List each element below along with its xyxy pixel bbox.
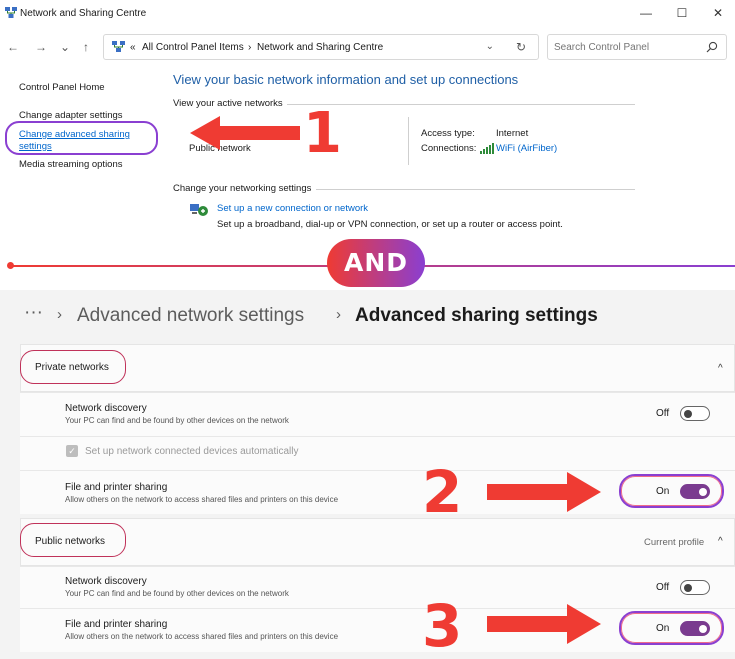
- network-center-icon: [5, 7, 17, 18]
- page-headline: View your basic network information and …: [173, 72, 519, 87]
- title-bar: Network and Sharing Centre — ☐ ✕: [0, 0, 735, 28]
- private-discovery-toggle-group: Off: [656, 404, 712, 424]
- private-sharing-title: File and printer sharing: [65, 482, 168, 493]
- toggle-state-label: Off: [656, 408, 670, 419]
- connections-label: Connections:: [421, 143, 477, 154]
- auto-setup-checkbox[interactable]: ✓: [66, 445, 78, 457]
- sidebar-media-streaming-options[interactable]: Media streaming options: [19, 159, 123, 170]
- auto-setup-label: Set up network connected devices automat…: [85, 446, 299, 457]
- red-arrow-left-icon: [190, 116, 300, 150]
- sidebar-control-panel-home[interactable]: Control Panel Home: [19, 82, 105, 93]
- wifi-signal-icon: [480, 143, 494, 154]
- setup-connection-description: Set up a broadband, dial-up or VPN conne…: [217, 219, 563, 230]
- breadcrumb-all-items[interactable]: All Control Panel Items: [142, 42, 244, 53]
- search-box[interactable]: [547, 34, 727, 60]
- public-discovery-subtitle: Your PC can find and be found by other d…: [65, 589, 289, 598]
- private-sharing-subtitle: Allow others on the network to access sh…: [65, 495, 339, 504]
- refresh-icon[interactable]: ↻: [516, 40, 526, 54]
- access-type-value: Internet: [496, 128, 529, 139]
- setup-connection-link[interactable]: Set up a new connection or network: [217, 203, 368, 214]
- private-discovery-title: Network discovery: [65, 403, 147, 414]
- step-number-2: 2: [422, 458, 463, 526]
- maximize-button[interactable]: ☐: [671, 4, 693, 22]
- forward-arrow-icon[interactable]: →: [35, 40, 47, 54]
- toggle-knob: [699, 624, 707, 633]
- active-networks-heading: View your active networks: [173, 98, 283, 109]
- red-arrow-right-icon: [487, 472, 601, 512]
- breadcrumb-separator: ›: [57, 306, 62, 323]
- private-sharing-toggle-group: On: [656, 482, 712, 502]
- private-discovery-subtitle: Your PC can find and be found by other d…: [65, 416, 289, 425]
- breadcrumb-advanced-sharing-settings: Advanced sharing settings: [355, 305, 598, 326]
- public-sharing-toggle[interactable]: [680, 621, 710, 636]
- collapse-chevron-icon[interactable]: ^: [718, 363, 723, 374]
- breadcrumb-separator: ›: [248, 42, 252, 53]
- private-networks-label[interactable]: Private networks: [35, 362, 109, 373]
- public-discovery-toggle-group: Off: [656, 578, 712, 598]
- toggle-state-label: On: [656, 623, 670, 634]
- breadcrumb-separator: ›: [336, 306, 341, 323]
- access-type-label: Access type:: [421, 128, 475, 139]
- private-network-discovery-row: [20, 392, 735, 436]
- toggle-knob: [684, 583, 692, 592]
- back-arrow-icon[interactable]: ←: [7, 40, 19, 54]
- minimize-button[interactable]: —: [635, 4, 657, 22]
- breadcrumb-network-centre[interactable]: Network and Sharing Centre: [257, 42, 383, 53]
- toggle-knob: [699, 487, 707, 496]
- address-bar[interactable]: « All Control Panel Items › Network and …: [103, 34, 539, 60]
- address-overflow-chevron[interactable]: «: [130, 42, 136, 53]
- public-discovery-title: Network discovery: [65, 576, 147, 587]
- private-networks-header[interactable]: [20, 344, 735, 392]
- navigation-bar: ← → ⌄ ↑ « All Control Panel Items › Netw…: [0, 31, 735, 63]
- private-discovery-toggle[interactable]: [680, 406, 710, 421]
- network-setup-icon: [190, 204, 208, 216]
- current-profile-label: Current profile: [644, 537, 705, 548]
- connection-wifi-link[interactable]: WiFi (AirFiber): [496, 143, 557, 154]
- divider-dot: [7, 262, 14, 269]
- control-panel-icon: [112, 41, 125, 52]
- public-networks-header[interactable]: [20, 518, 735, 566]
- recent-locations-icon[interactable]: ⌄: [60, 40, 70, 54]
- change-settings-heading: Change your networking settings: [173, 183, 312, 194]
- up-arrow-icon[interactable]: ↑: [83, 40, 89, 54]
- close-button[interactable]: ✕: [707, 4, 729, 22]
- toggle-state-label: Off: [656, 582, 670, 593]
- public-network-discovery-row: [20, 566, 735, 608]
- search-input[interactable]: [554, 40, 694, 55]
- breadcrumb-more[interactable]: ···: [24, 302, 43, 324]
- step-number-3: 3: [422, 592, 463, 659]
- public-sharing-subtitle: Allow others on the network to access sh…: [65, 632, 339, 641]
- and-badge: AND: [327, 239, 425, 287]
- toggle-state-label: On: [656, 486, 670, 497]
- sidebar-change-adapter-settings[interactable]: Change adapter settings: [19, 110, 123, 121]
- public-discovery-toggle[interactable]: [680, 580, 710, 595]
- address-dropdown-icon[interactable]: ⌄: [486, 41, 494, 52]
- collapse-chevron-icon[interactable]: ^: [718, 536, 723, 547]
- search-icon[interactable]: [706, 41, 718, 53]
- toggle-knob: [684, 409, 692, 418]
- public-networks-label[interactable]: Public networks: [35, 536, 105, 547]
- public-sharing-toggle-group: On: [656, 619, 712, 639]
- highlight-oval-advanced-sharing: [5, 121, 158, 155]
- red-arrow-right-icon: [487, 604, 601, 644]
- step-number-1: 1: [303, 101, 342, 166]
- control-panel-window: Network and Sharing Centre — ☐ ✕ ← → ⌄ ↑…: [0, 0, 735, 258]
- breadcrumb-advanced-network-settings[interactable]: Advanced network settings: [77, 305, 304, 327]
- info-divider: [408, 117, 409, 165]
- window-title: Network and Sharing Centre: [20, 8, 147, 19]
- heading-rule: [316, 189, 635, 190]
- private-sharing-toggle[interactable]: [680, 484, 710, 499]
- public-sharing-title: File and printer sharing: [65, 619, 168, 630]
